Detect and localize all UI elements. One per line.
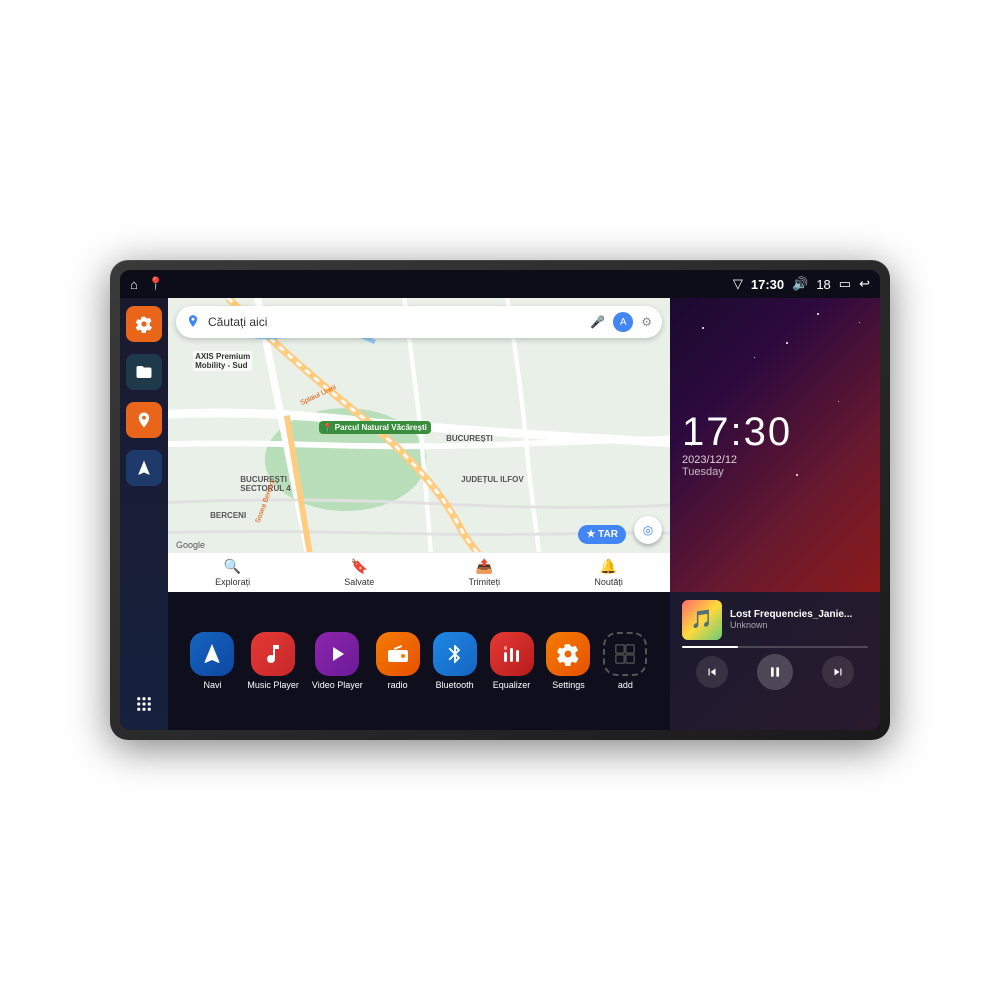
- music-icon: [251, 632, 295, 676]
- back-icon[interactable]: ↩: [859, 276, 870, 292]
- status-left: ⌂ 📍: [130, 276, 164, 292]
- map-nav-send[interactable]: 📤 Trimiteți: [469, 558, 501, 587]
- google-maps-icon: [186, 314, 200, 331]
- navi-label: Navi: [203, 680, 221, 690]
- star-button[interactable]: ★ TAR: [578, 525, 626, 544]
- equalizer-label: Equalizer: [493, 680, 531, 690]
- map-settings-icon[interactable]: ⚙: [641, 315, 652, 329]
- music-artist: Unknown: [730, 620, 868, 630]
- radio-label: radio: [388, 680, 408, 690]
- home-icon[interactable]: ⌂: [130, 277, 138, 292]
- music-details: Lost Frequencies_Janie... Unknown: [730, 609, 868, 630]
- map-label-berceni: BERCENI: [208, 510, 248, 521]
- clock-widget: 17:30 2023/12/12 Tuesday: [670, 298, 880, 592]
- sidebar-btn-apps[interactable]: [126, 686, 162, 722]
- news-label: Noutăți: [594, 577, 623, 587]
- battery-level: 18: [816, 277, 830, 292]
- sidebar-btn-files[interactable]: [126, 354, 162, 390]
- app-grid: Navi Music Player Video Player: [168, 592, 670, 730]
- app-music[interactable]: Music Player: [247, 632, 299, 690]
- sidebar-btn-settings[interactable]: [126, 306, 162, 342]
- device-screen: ⌂ 📍 ▽ 17:30 🔊 18 ▭ ↩: [120, 270, 880, 730]
- map-label-parc: 📍 Parcul Natural Văcărești: [319, 421, 431, 434]
- settings-label: Settings: [552, 680, 585, 690]
- map-area[interactable]: AXIS PremiumMobility - Sud Pizza & Baker…: [168, 298, 670, 592]
- music-widget: 🎵 Lost Frequencies_Janie... Unknown: [670, 592, 880, 730]
- news-icon: 🔔: [600, 558, 617, 575]
- next-button[interactable]: [822, 656, 854, 688]
- clock-date: 2023/12/12: [682, 454, 868, 466]
- music-title: Lost Frequencies_Janie...: [730, 609, 868, 620]
- equalizer-icon: [490, 632, 534, 676]
- account-icon[interactable]: A: [613, 312, 633, 332]
- map-label-buc: BUCUREȘTI: [444, 433, 495, 444]
- clock-day: Tuesday: [682, 466, 868, 478]
- status-bar: ⌂ 📍 ▽ 17:30 🔊 18 ▭ ↩: [120, 270, 880, 298]
- main-area: AXIS PremiumMobility - Sud Pizza & Baker…: [120, 298, 880, 730]
- video-icon: [315, 632, 359, 676]
- saved-icon: 🔖: [351, 558, 368, 575]
- bluetooth-icon: [433, 632, 477, 676]
- music-player-label: Music Player: [247, 680, 299, 690]
- center-content: AXIS PremiumMobility - Sud Pizza & Baker…: [168, 298, 670, 730]
- location-icon[interactable]: 📍: [148, 276, 164, 292]
- device-outer: ⌂ 📍 ▽ 17:30 🔊 18 ▭ ↩: [110, 260, 890, 740]
- album-art: 🎵: [682, 600, 722, 640]
- app-settings[interactable]: Settings: [546, 632, 590, 690]
- volume-icon: 🔊: [792, 276, 808, 292]
- app-add[interactable]: add: [603, 632, 647, 690]
- add-label: add: [618, 680, 633, 690]
- explore-icon: 🔍: [224, 558, 241, 575]
- app-video[interactable]: Video Player: [312, 632, 363, 690]
- map-nav-news[interactable]: 🔔 Noutăți: [594, 558, 623, 587]
- sidebar-btn-location[interactable]: [126, 402, 162, 438]
- app-radio[interactable]: radio: [376, 632, 420, 690]
- app-navi[interactable]: Navi: [190, 632, 234, 690]
- status-right: ▽ 17:30 🔊 18 ▭ ↩: [733, 276, 870, 292]
- app-bluetooth[interactable]: Bluetooth: [433, 632, 477, 690]
- music-progress-bar[interactable]: [682, 646, 868, 648]
- left-sidebar: [120, 298, 168, 730]
- right-panel: 17:30 2023/12/12 Tuesday 🎵 Lost Frequenc…: [670, 298, 880, 730]
- app-equalizer[interactable]: Equalizer: [490, 632, 534, 690]
- sidebar-btn-navi[interactable]: [126, 450, 162, 486]
- map-label-ilfov: JUDEȚUL ILFOV: [459, 474, 526, 485]
- navi-icon: [190, 632, 234, 676]
- settings-icon: [546, 632, 590, 676]
- search-input[interactable]: Căutați aici: [208, 315, 582, 329]
- map-bottom-nav: 🔍 Explorați 🔖 Salvate 📤 Trimiteți: [168, 552, 670, 592]
- bluetooth-label: Bluetooth: [436, 680, 474, 690]
- map-background: AXIS PremiumMobility - Sud Pizza & Baker…: [168, 298, 670, 592]
- map-nav-saved[interactable]: 🔖 Salvate: [344, 558, 374, 587]
- clock-time: 17:30: [682, 412, 868, 452]
- explore-label: Explorați: [215, 577, 250, 587]
- music-info: 🎵 Lost Frequencies_Janie... Unknown: [682, 600, 868, 640]
- add-icon: [603, 632, 647, 676]
- clock-display: 17:30: [751, 277, 784, 292]
- music-progress-fill: [682, 646, 738, 648]
- music-controls: [682, 654, 868, 690]
- google-watermark: Google: [176, 540, 205, 550]
- battery-icon: ▭: [839, 276, 851, 292]
- pause-button[interactable]: [757, 654, 793, 690]
- mic-icon[interactable]: 🎤: [590, 315, 605, 329]
- map-nav-explore[interactable]: 🔍 Explorați: [215, 558, 250, 587]
- radio-icon: [376, 632, 420, 676]
- location-button[interactable]: ◎: [634, 516, 662, 544]
- prev-button[interactable]: [696, 656, 728, 688]
- map-search-bar[interactable]: Căutați aici 🎤 A ⚙: [176, 306, 662, 338]
- saved-label: Salvate: [344, 577, 374, 587]
- send-label: Trimiteți: [469, 577, 501, 587]
- send-icon: 📤: [476, 558, 493, 575]
- wifi-icon: ▽: [733, 276, 743, 292]
- map-label-axis: AXIS PremiumMobility - Sud: [193, 351, 252, 371]
- video-player-label: Video Player: [312, 680, 363, 690]
